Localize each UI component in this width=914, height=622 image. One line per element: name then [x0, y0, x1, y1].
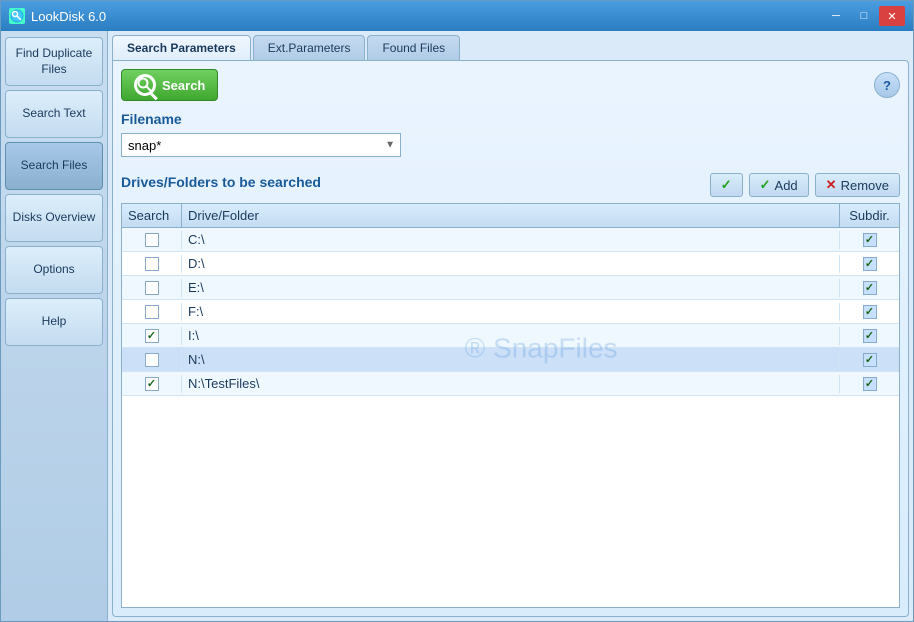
drives-section-label: Drives/Folders to be searched [121, 174, 321, 190]
table-header: Search Drive/Folder Subdir. [122, 204, 899, 228]
subdir-checkbox[interactable] [863, 353, 877, 367]
close-button[interactable]: ✕ [879, 6, 905, 26]
content-area: Find Duplicate Files Search Text Search … [1, 31, 913, 621]
app-icon [9, 8, 25, 24]
main-panel: Search Parameters Ext.Parameters Found F… [108, 31, 913, 621]
drive-cell: N:\ [182, 350, 839, 369]
tab-content: Search ? Filename snap* *.* *.txt *.jpg [112, 60, 909, 617]
sidebar-item-search-text[interactable]: Search Text [5, 90, 103, 138]
search-checkbox[interactable] [145, 377, 159, 391]
toolbar: Search ? [121, 69, 900, 101]
add-label: Add [775, 178, 798, 193]
tab-search-parameters[interactable]: Search Parameters [112, 35, 251, 60]
sidebar-item-options[interactable]: Options [5, 246, 103, 294]
table-row: C:\ [122, 228, 899, 252]
table-row: E:\ [122, 276, 899, 300]
subdir-checkbox[interactable] [863, 329, 877, 343]
drive-cell: E:\ [182, 278, 839, 297]
search-cell[interactable] [122, 375, 182, 393]
drives-actions: ✓ ✓ Add ✕ Remove [710, 173, 900, 197]
table-row: I:\ [122, 324, 899, 348]
remove-label: Remove [841, 178, 889, 193]
tab-found-files[interactable]: Found Files [367, 35, 460, 60]
titlebar: LookDisk 6.0 ─ □ ✕ [1, 1, 913, 31]
subdir-checkbox[interactable] [863, 305, 877, 319]
tab-ext-parameters[interactable]: Ext.Parameters [253, 35, 366, 60]
col-header-drive: Drive/Folder [182, 204, 839, 227]
subdir-cell[interactable] [839, 231, 899, 249]
search-cell[interactable] [122, 255, 182, 273]
sidebar-item-disks-overview[interactable]: Disks Overview [5, 194, 103, 242]
search-checkbox[interactable] [145, 257, 159, 271]
maximize-button[interactable]: □ [851, 6, 877, 26]
filename-row: snap* *.* *.txt *.jpg [121, 133, 900, 157]
subdir-cell[interactable] [839, 279, 899, 297]
subdir-checkbox[interactable] [863, 281, 877, 295]
search-icon [134, 74, 156, 96]
drives-header: Drives/Folders to be searched ✓ ✓ Add ✕ … [121, 173, 900, 197]
app-window: LookDisk 6.0 ─ □ ✕ Find Duplicate Files … [0, 0, 914, 622]
sidebar-item-find-duplicate[interactable]: Find Duplicate Files [5, 37, 103, 86]
add-button[interactable]: ✓ Add [749, 173, 809, 197]
search-label: Search [162, 78, 205, 93]
filename-select[interactable]: snap* *.* *.txt *.jpg [121, 133, 401, 157]
table-row: N:\TestFiles\ [122, 372, 899, 396]
drive-cell: I:\ [182, 326, 839, 345]
subdir-checkbox[interactable] [863, 233, 877, 247]
search-checkbox[interactable] [145, 305, 159, 319]
table-row: F:\ [122, 300, 899, 324]
sidebar: Find Duplicate Files Search Text Search … [1, 31, 108, 621]
subdir-cell[interactable] [839, 351, 899, 369]
subdir-cell[interactable] [839, 327, 899, 345]
x-remove-icon: ✕ [826, 177, 837, 193]
search-button[interactable]: Search [121, 69, 218, 101]
subdir-cell[interactable] [839, 375, 899, 393]
drive-cell: C:\ [182, 230, 839, 249]
sidebar-item-search-files[interactable]: Search Files [5, 142, 103, 190]
table-row: N:\ [122, 348, 899, 372]
tabs-bar: Search Parameters Ext.Parameters Found F… [112, 35, 909, 60]
search-cell[interactable] [122, 231, 182, 249]
drive-cell: F:\ [182, 302, 839, 321]
minimize-button[interactable]: ─ [823, 6, 849, 26]
search-checkbox[interactable] [145, 233, 159, 247]
drive-cell: N:\TestFiles\ [182, 374, 839, 393]
search-checkbox[interactable] [145, 353, 159, 367]
titlebar-left: LookDisk 6.0 [9, 8, 106, 24]
sidebar-item-help[interactable]: Help [5, 298, 103, 346]
search-cell[interactable] [122, 303, 182, 321]
subdir-cell[interactable] [839, 255, 899, 273]
drives-table: Search Drive/Folder Subdir. C:\ [121, 203, 900, 608]
search-checkbox[interactable] [145, 329, 159, 343]
search-cell[interactable] [122, 279, 182, 297]
filename-section-label: Filename [121, 111, 900, 127]
col-header-search: Search [122, 204, 182, 227]
filename-select-wrapper: snap* *.* *.txt *.jpg [121, 133, 401, 157]
help-button[interactable]: ? [874, 72, 900, 98]
remove-button[interactable]: ✕ Remove [815, 173, 900, 197]
window-title: LookDisk 6.0 [31, 9, 106, 24]
search-cell[interactable] [122, 351, 182, 369]
check-add-icon: ✓ [760, 177, 771, 193]
col-header-subdir: Subdir. [839, 204, 899, 227]
check-all-button[interactable]: ✓ [710, 173, 743, 197]
drive-cell: D:\ [182, 254, 839, 273]
subdir-cell[interactable] [839, 303, 899, 321]
subdir-checkbox[interactable] [863, 257, 877, 271]
subdir-checkbox[interactable] [863, 377, 877, 391]
search-cell[interactable] [122, 327, 182, 345]
search-checkbox[interactable] [145, 281, 159, 295]
check-icon: ✓ [721, 177, 732, 193]
titlebar-controls: ─ □ ✕ [823, 6, 905, 26]
table-row: D:\ [122, 252, 899, 276]
